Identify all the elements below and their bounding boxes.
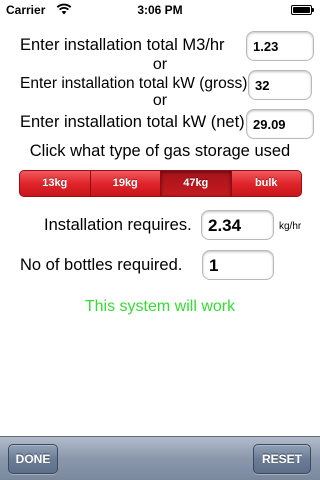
battery-icon [291, 5, 315, 15]
bottles-output[interactable]: 1 [202, 250, 274, 280]
requires-output[interactable]: 2.34 [201, 210, 274, 240]
kw-net-input[interactable]: 29.09 [246, 109, 314, 139]
kw-net-label: Enter installation total kW (net) [20, 113, 245, 131]
bottom-toolbar: DONE RESET [0, 436, 320, 480]
or-divider: or [152, 92, 168, 109]
segment-bulk[interactable]: bulk [232, 171, 302, 196]
status-bar: Carrier 3:06 PM [0, 0, 320, 20]
reset-button[interactable]: RESET [253, 444, 311, 474]
done-button[interactable]: DONE [8, 444, 58, 474]
requires-label: Installation requires. [44, 216, 192, 234]
m3-label: Enter installation total M3/hr [20, 36, 225, 54]
kw-gross-label: Enter installation total kW (gross) [20, 75, 248, 92]
gas-storage-selector: 13kg 19kg 47kg bulk [19, 170, 302, 197]
unit-label: kg/hr [279, 221, 302, 232]
segment-47kg[interactable]: 47kg [161, 171, 232, 196]
gas-storage-prompt: Click what type of gas storage used [29, 142, 291, 160]
system-status-message: This system will work [84, 298, 236, 315]
segment-19kg[interactable]: 19kg [91, 171, 161, 196]
clock: 3:06 PM [137, 3, 183, 17]
bottles-label: No of bottles required. [20, 256, 183, 274]
segment-13kg[interactable]: 13kg [20, 171, 91, 196]
